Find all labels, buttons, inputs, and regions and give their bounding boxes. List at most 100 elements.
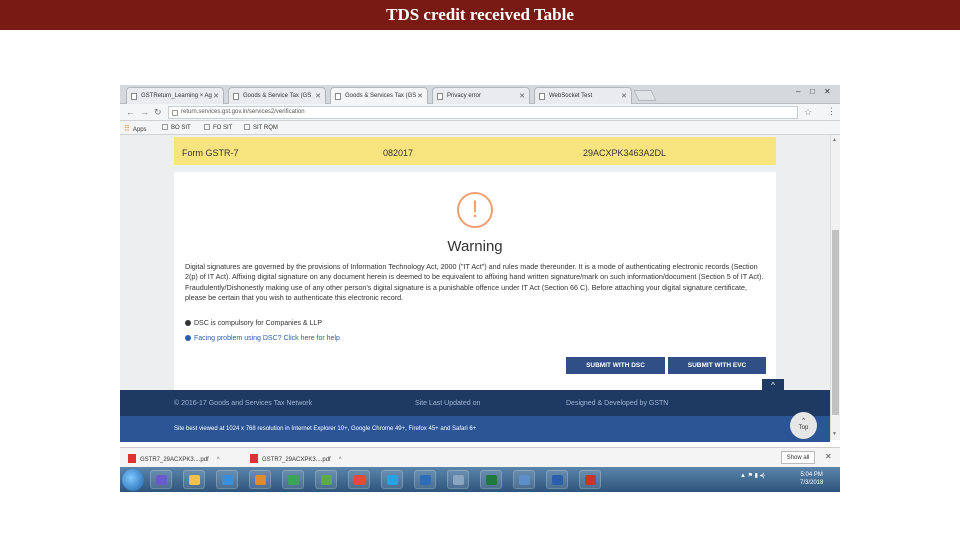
vs-icon-glyph: [156, 475, 167, 485]
scroll-up-icon[interactable]: ▲: [832, 137, 837, 143]
tab-label: Privacy error: [447, 93, 482, 99]
ie-icon-glyph: [222, 475, 233, 485]
forward-icon[interactable]: →: [140, 107, 149, 117]
download-filename: GSTR7_29ACXPK3....pdf: [140, 457, 209, 463]
chevron-up-icon: ^: [802, 418, 805, 424]
system-tray[interactable]: ▲ ⚑ ▮ ◂): [740, 472, 765, 479]
chart-icon[interactable]: [315, 470, 337, 489]
submit-evc-button[interactable]: SUBMIT WITH EVC: [668, 357, 766, 374]
page-icon: [437, 93, 443, 100]
tab-label: Goods & Services Tax (GS: [345, 93, 417, 99]
top-label: Top: [798, 425, 809, 431]
warning-title: Warning: [447, 238, 503, 255]
submit-dsc-button[interactable]: SUBMIT WITH DSC: [566, 357, 665, 374]
dsc-help-link[interactable]: Facing problem using DSC? Click here for…: [185, 335, 340, 342]
word-icon[interactable]: [546, 470, 568, 489]
maximize-icon[interactable]: □: [810, 87, 815, 96]
page-icon: [539, 93, 545, 100]
dsc-help-text[interactable]: Facing problem using DSC? Click here for…: [194, 335, 340, 342]
skype-icon[interactable]: [381, 470, 403, 489]
info-icon: [185, 335, 191, 341]
outlook-icon[interactable]: [414, 470, 436, 489]
acrobat-icon-glyph: [585, 475, 596, 485]
dsc-note: DSC is compulsory for Companies & LLP: [185, 320, 322, 327]
tab-strip: GSTReturn_Learning × Ag ✕ Goods & Servic…: [120, 85, 840, 104]
back-to-top-button[interactable]: ^ Top: [790, 412, 817, 439]
skype-icon-glyph: [387, 475, 398, 485]
chevron-up-icon[interactable]: ^: [217, 457, 220, 463]
bookmark-bo-sit[interactable]: BO SIT: [162, 124, 191, 131]
acrobat-icon[interactable]: [579, 470, 601, 489]
form-header: Form GSTR-7 082017 29ACXPK3463A2DL: [174, 137, 776, 165]
download-item[interactable]: GSTR7_29ACXPK3....pdf ^: [128, 454, 220, 463]
clock[interactable]: 5:04 PM 7/3/2018: [800, 471, 823, 487]
chrome-icon[interactable]: [348, 470, 370, 489]
app-icon-glyph: [453, 475, 464, 485]
new-tab-button[interactable]: [633, 90, 657, 101]
footer-updated: Site Last Updated on: [415, 400, 481, 407]
download-bar: GSTR7_29ACXPK3....pdf ^ GSTR7_29ACXPK3...…: [120, 447, 840, 467]
excel-icon[interactable]: [480, 470, 502, 489]
browser-tab-2[interactable]: Goods & Service Tax (GS ✕: [228, 87, 326, 104]
tab-label: GSTReturn_Learning × Ag: [141, 93, 212, 99]
page-icon: [204, 124, 210, 130]
scroll-down-icon[interactable]: ▼: [832, 431, 837, 437]
close-icon[interactable]: ✕: [315, 92, 321, 100]
close-window-icon[interactable]: ✕: [824, 87, 831, 96]
return-period: 082017: [383, 148, 414, 158]
start-button[interactable]: [122, 469, 144, 491]
close-icon[interactable]: ✕: [621, 92, 627, 100]
tab-label: WebSocket Test: [549, 93, 593, 99]
download-item[interactable]: GSTR7_29ACXPK3....pdf ^: [250, 454, 342, 463]
page-icon: [244, 124, 250, 130]
vs-icon[interactable]: [150, 470, 172, 489]
show-all-button[interactable]: Show all: [781, 451, 815, 464]
app-icon[interactable]: [447, 470, 469, 489]
scroll-thumb[interactable]: [832, 230, 839, 415]
browser-tab-3[interactable]: Goods & Services Tax (GS ✕: [330, 87, 428, 104]
bookmark-star-icon[interactable]: ☆: [804, 107, 812, 118]
vertical-scrollbar[interactable]: ▲ ▼: [830, 135, 840, 440]
refresh-icon-glyph: [288, 475, 299, 485]
footer-best-viewed: Site best viewed at 1024 x 768 resolutio…: [174, 426, 477, 432]
close-icon[interactable]: ✕: [213, 92, 219, 100]
pdf-icon: [128, 454, 136, 463]
bookmark-apps[interactable]: ⠿ Apps: [124, 124, 147, 133]
menu-icon[interactable]: ⋮: [827, 106, 836, 117]
exclamation-icon: !: [457, 192, 493, 228]
bookmark-sit-rqm[interactable]: SIT RQM: [244, 124, 278, 131]
windows-taskbar: ▲ ⚑ ▮ ◂) 5:04 PM 7/3/2018: [120, 467, 840, 492]
bookmark-fo-sit[interactable]: FO SIT: [204, 124, 232, 131]
refresh-icon[interactable]: [282, 470, 304, 489]
ie-icon[interactable]: [216, 470, 238, 489]
url-text: return.services.gst.gov.in/services2/ver…: [181, 109, 305, 115]
bookmark-label: FO SIT: [213, 125, 233, 131]
chevron-up-icon[interactable]: ^: [339, 457, 342, 463]
bookmark-label: BO SIT: [171, 125, 191, 131]
chevron-up-icon[interactable]: ^: [762, 379, 784, 392]
browser-tab-1[interactable]: GSTReturn_Learning × Ag ✕: [126, 87, 224, 104]
browser-screenshot: GSTReturn_Learning × Ag ✕ Goods & Servic…: [120, 85, 840, 492]
reload-icon[interactable]: ↻: [154, 107, 162, 118]
media-icon[interactable]: [249, 470, 271, 489]
network-icon-glyph: [519, 475, 530, 485]
close-icon[interactable]: ✕: [825, 452, 832, 461]
back-icon[interactable]: ←: [126, 107, 135, 117]
page-icon: [131, 93, 137, 100]
browser-tab-4[interactable]: Privacy error ✕: [432, 87, 530, 104]
download-filename: GSTR7_29ACXPK3....pdf: [262, 457, 331, 463]
form-name: Form GSTR-7: [182, 148, 239, 158]
lock-icon: [172, 110, 178, 116]
minimize-icon[interactable]: –: [796, 87, 800, 96]
browser-tab-5[interactable]: WebSocket Test ✕: [534, 87, 632, 104]
apps-grid-icon: ⠿: [124, 124, 130, 133]
folder-icon[interactable]: [183, 470, 205, 489]
network-icon[interactable]: [513, 470, 535, 489]
address-bar: ← → ↻ return.services.gst.gov.in/service…: [120, 104, 840, 121]
close-icon[interactable]: ✕: [519, 92, 525, 100]
chart-icon-glyph: [321, 475, 332, 485]
url-input[interactable]: return.services.gst.gov.in/services2/ver…: [168, 106, 798, 119]
word-icon-glyph: [552, 475, 563, 485]
close-icon[interactable]: ✕: [417, 92, 423, 100]
page-icon: [233, 93, 239, 100]
